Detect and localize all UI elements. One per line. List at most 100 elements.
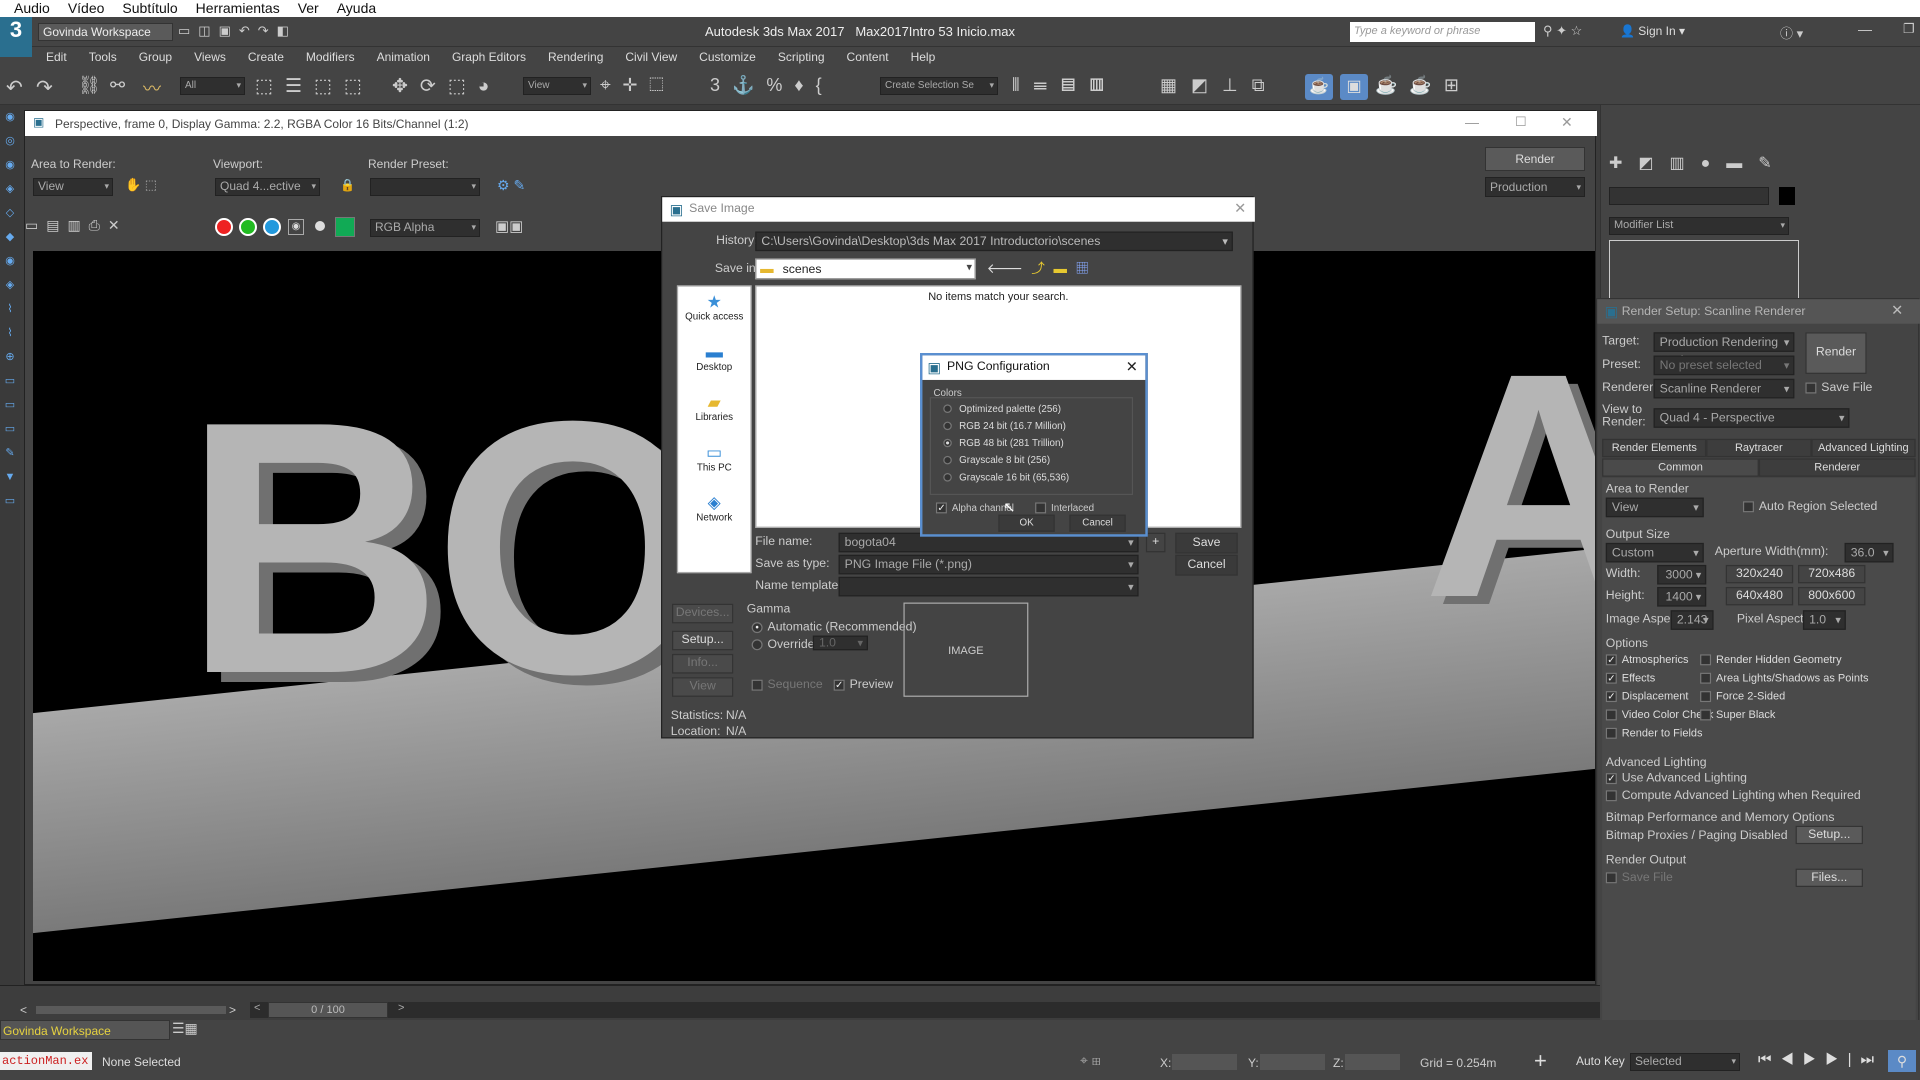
menu-item-customize[interactable]: Customize [699,47,756,67]
display-channel-dropdown[interactable]: RGB Alpha [370,219,480,237]
preset-720x486[interactable]: 720x486 [1798,564,1866,584]
color-option-radio[interactable]: Optimized palette (256) [943,403,1132,415]
scroll-right-icon[interactable]: > [229,1003,236,1017]
save-file-output-checkbox[interactable]: Save File [1605,871,1673,885]
gamma-automatic-radio[interactable]: • Automatic (Recommended) [751,621,917,634]
object-name-field[interactable] [1609,187,1769,205]
menu-item-group[interactable]: Group [139,47,172,67]
view-to-render-dropdown[interactable]: Quad 4 - Perspective [1653,408,1850,428]
editor-icons[interactable]: ▦◩⊥⧉ [1160,75,1279,96]
option-super-black-checkbox[interactable]: Super Black [1700,708,1914,726]
alpha-channel-toggle[interactable]: ◉ [288,219,304,235]
red-channel-toggle[interactable] [215,218,233,236]
tab-renderer[interactable]: Renderer [1758,458,1916,477]
preset-dropdown[interactable]: No preset selected [1653,355,1795,376]
next-frame-icon[interactable]: > [398,1002,404,1014]
maxscript-listener[interactable]: actionMan.ex [0,1052,92,1070]
menu-item-tools[interactable]: Tools [89,47,117,67]
name-template-dropdown[interactable] [838,576,1139,597]
sign-in-button[interactable]: 👤 Sign In ▾ [1620,24,1685,38]
zoom-icon[interactable]: ⚲ [1888,1050,1916,1072]
bind-spacewarp-icon[interactable]: 〰 [143,75,161,101]
tab-advanced-lighting[interactable]: Advanced Lighting [1811,438,1916,458]
region-icons[interactable]: ✋ ⬚ [125,177,157,193]
color-option-radio[interactable]: Grayscale 16 bit (65,536) [943,472,1132,484]
pixel-aspect-spinner[interactable]: 1.0 [1802,610,1846,630]
close-icon[interactable]: ✕ [1126,358,1138,375]
viewport-scrollbar[interactable] [36,1006,226,1014]
key-filter-dropdown[interactable]: Selected [1630,1053,1740,1071]
area-to-render-dropdown[interactable]: View [33,178,113,196]
menu-item-views[interactable]: Views [194,47,226,67]
place-network[interactable]: ◈ Network [678,487,750,537]
setup-button[interactable]: Setup... [672,630,734,651]
color-option-radio[interactable]: ● RGB 48 bit (281 Trillion) [943,437,1132,449]
auto-region-checkbox[interactable]: Auto Region Selected [1742,500,1877,514]
link-icon[interactable]: ⛓ [78,75,101,96]
modifier-list-dropdown[interactable]: Modifier List [1609,217,1789,235]
restore-icon[interactable]: ❐ [1903,21,1915,37]
redo-icon[interactable]: ↷ [36,75,53,100]
color-option-radio[interactable]: RGB 24 bit (16.7 Million) [943,420,1132,432]
tab-render-elements[interactable]: Render Elements [1602,438,1707,458]
use-advanced-lighting-checkbox[interactable]: ✓ Use Advanced Lighting [1605,772,1747,785]
setup-icons[interactable]: ⚙ ✎ [497,177,525,194]
height-spinner[interactable]: 1400 [1657,586,1707,607]
info-button[interactable]: Info... [672,653,734,674]
gamma-override-radio[interactable]: Override [751,638,815,652]
scene-explorer-icons[interactable]: ☰▦ [172,1020,212,1040]
gamma-override-spinner[interactable]: 1.0 [812,635,868,651]
x-coord-field[interactable] [1172,1054,1237,1070]
option-area-lights-shadows-as-points-checkbox[interactable]: Area Lights/Shadows as Points [1700,671,1914,689]
compute-advanced-lighting-checkbox[interactable]: Compute Advanced Lighting when Required [1605,789,1861,802]
named-selection-dropdown[interactable]: Create Selection Se [880,77,998,95]
interlaced-checkbox[interactable]: Interlaced [1035,502,1094,514]
prev-frame-icon[interactable]: < [254,1002,260,1014]
binoculars-icon[interactable]: ⚲ ✦ ☆ [1543,23,1582,39]
app-logo[interactable]: 3 [0,17,32,57]
workspace-dropdown[interactable]: Govinda Workspace [38,23,173,41]
quick-access-toolbar[interactable]: ▭◫▣↶↷◧ [178,23,297,39]
width-spinner[interactable]: 3000 [1657,564,1707,585]
save-file-checkbox[interactable]: Save File [1805,381,1872,395]
menu-item-graph-editors[interactable]: Graph Editors [452,47,526,67]
target-dropdown[interactable]: Production Rendering Mode [1653,332,1795,368]
ok-button[interactable]: OK [998,514,1055,532]
view-button[interactable]: View [672,677,734,697]
devices-button[interactable]: Devices... [672,603,734,624]
menu-item-edit[interactable]: Edit [46,47,67,67]
maximize-icon[interactable]: ☐ [1515,114,1527,130]
output-size-dropdown[interactable]: Custom [1605,542,1704,563]
aperture-spinner[interactable]: 36.0 [1844,542,1894,563]
tab-common[interactable]: Common [1602,458,1759,477]
preset-640x480[interactable]: 640x480 [1725,586,1794,606]
menu-item-animation[interactable]: Animation [377,47,430,67]
place-this-pc[interactable]: ▭ This PC [678,437,750,487]
bitmap-setup-button[interactable]: Setup... [1795,825,1863,845]
modifier-stack[interactable] [1609,240,1799,300]
place-desktop[interactable]: ▬ Desktop [678,337,750,387]
render-production-icon[interactable]: ☕☕⊞ [1375,75,1471,96]
os-menu-item-0[interactable]: Audio [14,0,50,16]
save-image-icons[interactable]: ▭▤▥⎙✕ [25,217,128,234]
os-menu-item-1[interactable]: Vídeo [68,0,105,16]
os-menu-item-4[interactable]: Ver [298,0,319,16]
menu-item-modifiers[interactable]: Modifiers [306,47,355,67]
rendered-frame-window-icon[interactable]: ▣ [1340,74,1368,100]
render-preset-dropdown[interactable] [370,178,480,196]
command-panel-tabs[interactable]: ✚◩▥●▬✎ [1609,153,1788,173]
snap-tools[interactable]: 3⚓%♦{ [710,75,834,96]
production-dropdown[interactable]: Production [1485,177,1585,197]
menu-item-content[interactable]: Content [847,47,889,67]
menu-item-scripting[interactable]: Scripting [778,47,825,67]
menu-item-create[interactable]: Create [248,47,284,67]
os-menu-item-5[interactable]: Ayuda [337,0,376,16]
reference-coordinate-dropdown[interactable]: View [523,77,591,95]
save-button[interactable]: Save [1175,532,1238,554]
add-button[interactable]: + [1145,532,1166,553]
minimize-icon[interactable]: — [1858,21,1872,37]
blue-channel-toggle[interactable] [263,218,281,236]
preset-800x600[interactable]: 800x600 [1798,586,1866,606]
cancel-button[interactable]: Cancel [1069,514,1126,532]
coord-icons[interactable]: ⌖ ⊞ [1080,1052,1101,1069]
